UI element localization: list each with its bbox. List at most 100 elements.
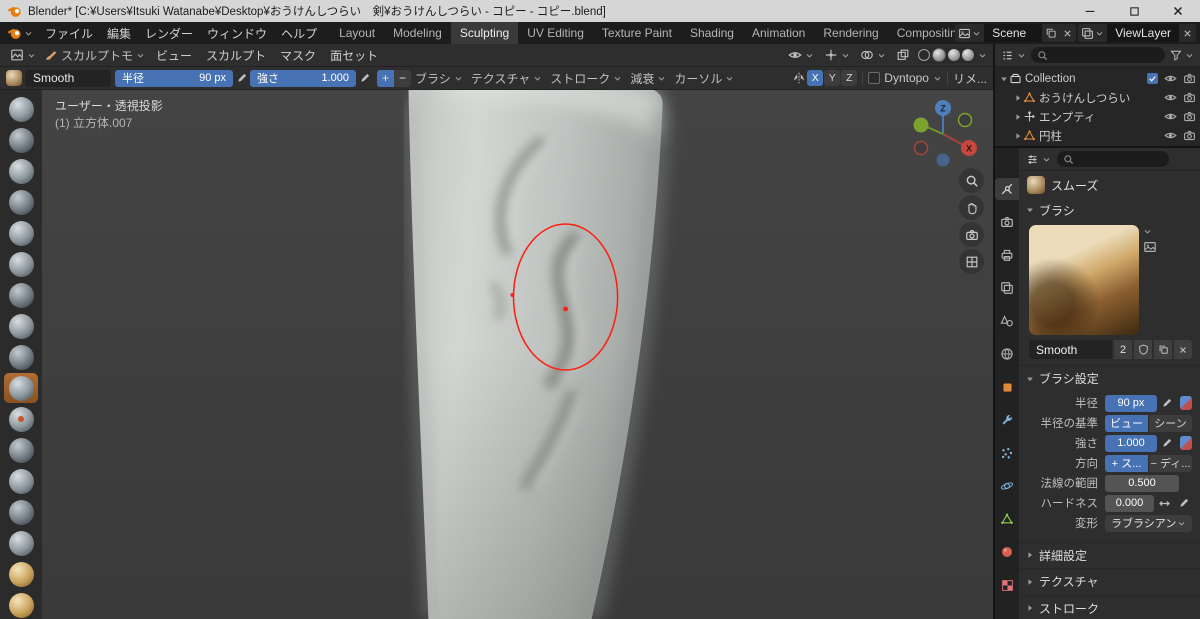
camera-icon[interactable] bbox=[1183, 91, 1196, 104]
brush-users-badge[interactable]: 2 bbox=[1114, 340, 1132, 359]
shading-rendered-button[interactable] bbox=[962, 49, 974, 61]
unified-radius-icon[interactable] bbox=[1179, 396, 1192, 410]
texture-popover[interactable]: テクスチャ bbox=[467, 67, 547, 89]
outliner-row-object[interactable]: おうけんしつらい bbox=[995, 88, 1200, 107]
properties-editor-type-button[interactable] bbox=[1024, 148, 1053, 170]
properties-search-input[interactable] bbox=[1057, 151, 1169, 167]
tab-material[interactable] bbox=[995, 541, 1019, 563]
menu-file[interactable]: ファイル bbox=[38, 22, 100, 44]
radius-slider[interactable]: 半径 90 px bbox=[115, 69, 233, 87]
shading-material-button[interactable] bbox=[948, 49, 960, 61]
outliner-row-cylinder[interactable]: 円柱 bbox=[995, 126, 1200, 145]
camera-icon[interactable] bbox=[1183, 129, 1196, 142]
dyntopo-dropdown-icon[interactable] bbox=[933, 74, 942, 83]
duplicate-brush-button[interactable] bbox=[1154, 340, 1172, 359]
menu-edit[interactable]: 編集 bbox=[100, 22, 138, 44]
camera-icon[interactable] bbox=[1183, 110, 1196, 123]
eye-icon[interactable] bbox=[1164, 129, 1177, 142]
texture-panel-header[interactable]: テクスチャ bbox=[1019, 571, 1200, 593]
gizmos-dropdown[interactable] bbox=[820, 48, 854, 62]
sculpt-brush-flatten-icon[interactable] bbox=[4, 404, 38, 434]
sculpt-brush-scrape-icon[interactable] bbox=[4, 435, 38, 465]
tab-sculpting[interactable]: Sculpting bbox=[450, 22, 519, 44]
tab-rendering[interactable]: Rendering bbox=[814, 22, 887, 44]
normal-radius-slider[interactable]: 0.500 bbox=[1105, 474, 1179, 492]
sculpt-brush-clay-icon[interactable] bbox=[4, 156, 38, 186]
tab-object-data[interactable] bbox=[995, 508, 1019, 530]
gizmo-y-neg-axis[interactable] bbox=[957, 112, 973, 128]
tab-layout[interactable]: Layout bbox=[330, 22, 384, 44]
navigation-gizmo[interactable]: Z X bbox=[907, 96, 979, 168]
sculpt-brush-blob-icon[interactable] bbox=[4, 280, 38, 310]
sculpt-brush-draw-sharp-icon[interactable] bbox=[4, 125, 38, 155]
direction-subtract-button[interactable]: − bbox=[394, 69, 411, 87]
outliner-filter-button[interactable] bbox=[1168, 44, 1196, 66]
browse-view-layer-button[interactable] bbox=[1078, 24, 1108, 42]
maximize-button[interactable] bbox=[1112, 0, 1156, 22]
brush-datablock-icon[interactable] bbox=[6, 70, 22, 86]
tab-object[interactable] bbox=[995, 376, 1019, 398]
menu-sculpt[interactable]: スカルプト bbox=[199, 47, 273, 64]
sculpt-brush-cloth-icon[interactable] bbox=[4, 590, 38, 619]
falloff-popover[interactable]: 減衰 bbox=[626, 67, 670, 89]
brush-select-dropdown-icon[interactable] bbox=[1143, 227, 1152, 236]
mirror-y-button[interactable]: Y bbox=[824, 70, 841, 86]
advanced-panel-header[interactable]: 詳細設定 bbox=[1019, 544, 1200, 566]
object-visibility-dropdown[interactable] bbox=[784, 48, 818, 62]
disclosure-right-icon[interactable] bbox=[1013, 131, 1023, 141]
sculpt-brush-smooth-icon[interactable] bbox=[4, 373, 38, 403]
scene-name-field[interactable]: Scene bbox=[984, 24, 1043, 42]
gizmo-z-neg-axis[interactable] bbox=[936, 153, 950, 167]
hardness-pressure-button[interactable] bbox=[1175, 495, 1192, 512]
menu-mask[interactable]: マスク bbox=[273, 47, 323, 64]
outliner-row-empty[interactable]: エンプティ bbox=[995, 107, 1200, 126]
camera-view-button[interactable] bbox=[959, 222, 984, 247]
eye-icon[interactable] bbox=[1164, 91, 1177, 104]
gizmo-y-axis[interactable] bbox=[913, 117, 929, 133]
tab-scene[interactable] bbox=[995, 310, 1019, 332]
strength-slider[interactable]: 1.000 bbox=[1105, 434, 1157, 452]
sculpt-brush-grab-icon[interactable] bbox=[4, 342, 38, 372]
shading-wireframe-button[interactable] bbox=[918, 49, 930, 61]
tab-render[interactable] bbox=[995, 211, 1019, 233]
mirror-z-button[interactable]: Z bbox=[841, 70, 858, 86]
mirror-x-button[interactable]: X bbox=[807, 70, 824, 86]
move-view-button[interactable] bbox=[959, 195, 984, 220]
outliner-row-collection[interactable]: Collection bbox=[995, 69, 1200, 88]
tab-uv-editing[interactable]: UV Editing bbox=[518, 22, 593, 44]
sculpt-brush-crease-icon[interactable] bbox=[4, 311, 38, 341]
tab-tool[interactable] bbox=[995, 178, 1019, 200]
remesh-popover[interactable]: リメ... bbox=[953, 70, 987, 87]
brush-image-icon[interactable] bbox=[1143, 240, 1157, 254]
tab-view-layer[interactable] bbox=[995, 277, 1019, 299]
eye-icon[interactable] bbox=[1164, 110, 1177, 123]
menu-help[interactable]: ヘルプ bbox=[274, 22, 324, 44]
tab-compositing[interactable]: Compositing bbox=[888, 22, 955, 44]
gizmo-x-neg-axis[interactable] bbox=[913, 140, 929, 156]
browse-scene-button[interactable] bbox=[955, 24, 985, 42]
tab-texture[interactable] bbox=[995, 574, 1019, 596]
remove-view-layer-button[interactable] bbox=[1179, 24, 1196, 42]
unified-strength-icon[interactable] bbox=[1179, 436, 1192, 450]
cursor-popover[interactable]: カーソル bbox=[670, 67, 738, 89]
unlink-brush-button[interactable] bbox=[1174, 340, 1192, 359]
blender-app-menu[interactable] bbox=[0, 26, 38, 41]
strength-pressure-button[interactable] bbox=[1159, 435, 1176, 452]
view-layer-name-field[interactable]: ViewLayer bbox=[1107, 24, 1179, 42]
sculpt-brush-pose-icon[interactable] bbox=[4, 559, 38, 589]
sculpt-brush-snake-hook-icon[interactable] bbox=[4, 497, 38, 527]
sculpt-brush-pinch-icon[interactable] bbox=[4, 466, 38, 496]
disclosure-down-icon[interactable] bbox=[999, 74, 1009, 84]
shading-dropdown-icon[interactable] bbox=[978, 51, 987, 60]
tab-particles[interactable] bbox=[995, 442, 1019, 464]
xray-toggle[interactable] bbox=[892, 48, 914, 62]
tab-shading[interactable]: Shading bbox=[681, 22, 743, 44]
menu-face-sets[interactable]: 面セット bbox=[323, 47, 385, 64]
tab-modifiers[interactable] bbox=[995, 409, 1019, 431]
brush-name-field[interactable]: Smooth bbox=[25, 69, 111, 87]
disclosure-right-icon[interactable] bbox=[1013, 93, 1023, 103]
stroke-panel-header[interactable]: ストローク bbox=[1019, 597, 1200, 619]
hardness-invert-button[interactable] bbox=[1156, 495, 1173, 512]
brush-panel-header[interactable]: ブラシ bbox=[1019, 199, 1200, 221]
tab-modeling[interactable]: Modeling bbox=[384, 22, 451, 44]
